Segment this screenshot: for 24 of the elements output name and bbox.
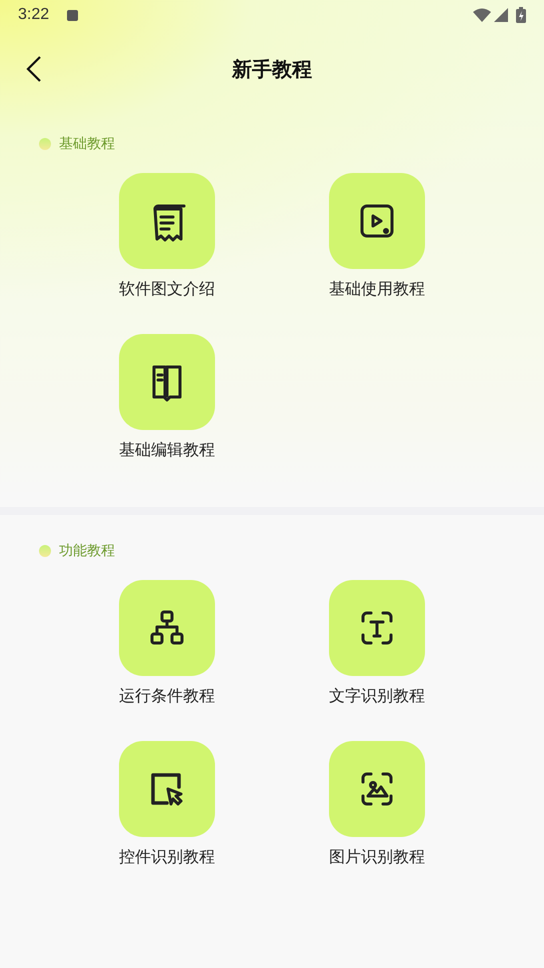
tutorial-label[interactable]: 控件识别教程 (119, 847, 215, 868)
battery-icon (516, 7, 526, 23)
tutorial-tile[interactable] (329, 580, 425, 676)
section-title: 基础教程 (59, 135, 115, 153)
section-title: 功能教程 (59, 542, 115, 560)
notification-icon (67, 10, 78, 20)
tutorial-tile[interactable] (119, 741, 215, 837)
tutorial-tile[interactable] (119, 580, 215, 676)
wifi-icon (473, 8, 491, 22)
signal-icon (494, 8, 508, 22)
tutorial-tile[interactable] (329, 173, 425, 269)
tutorial-label[interactable]: 运行条件教程 (119, 686, 215, 707)
tutorial-tile[interactable] (119, 173, 215, 269)
page-title: 新手教程 (232, 56, 312, 82)
tutorial-label[interactable]: 文字识别教程 (329, 686, 425, 707)
status-time: 3:22 (18, 6, 50, 24)
tutorial-label[interactable]: 基础使用教程 (329, 279, 425, 300)
tutorial-label[interactable]: 基础编辑教程 (119, 440, 215, 461)
section-dot-icon (39, 138, 51, 150)
tutorial-tile[interactable] (329, 741, 425, 837)
tutorial-label[interactable]: 软件图文介绍 (119, 279, 215, 300)
tutorial-label[interactable]: 图片识别教程 (329, 847, 425, 868)
tutorial-tile[interactable] (119, 334, 215, 430)
section-dot-icon (39, 545, 51, 557)
